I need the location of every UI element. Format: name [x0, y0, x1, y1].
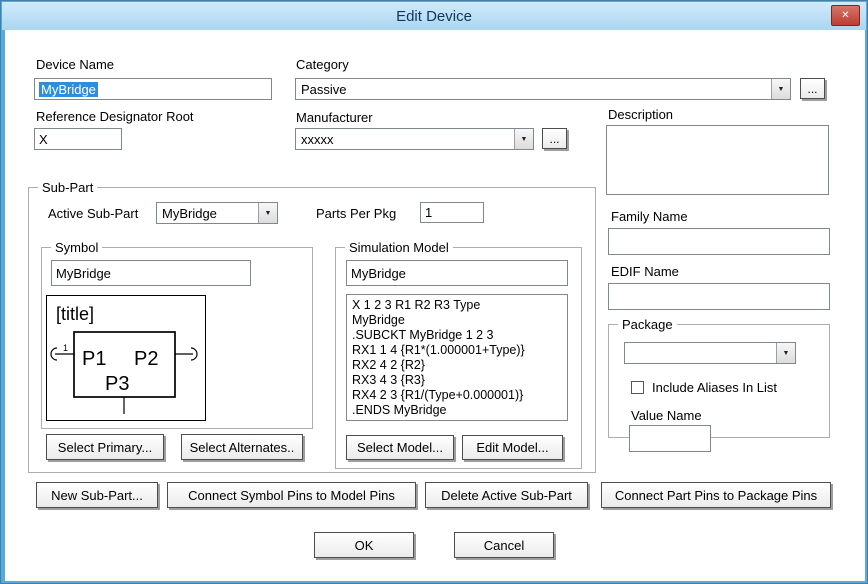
select-model-button[interactable]: Select Model... — [346, 435, 454, 460]
active-subpart-select[interactable]: MyBridge — [156, 202, 278, 224]
window-title: Edit Device — [396, 8, 472, 25]
pin-p2-text: P2 — [134, 348, 158, 370]
category-value: Passive — [296, 79, 771, 99]
pin-p1-text: P1 — [82, 348, 106, 370]
new-subpart-button[interactable]: New Sub-Part... — [36, 482, 158, 508]
symbol-preview-drawing: [title] P1 P2 P3 1 — [47, 296, 205, 420]
edit-model-button[interactable]: Edit Model... — [462, 435, 563, 460]
manufacturer-label: Manufacturer — [296, 110, 373, 125]
simulation-model-text[interactable]: X 1 2 3 R1 R2 R3 Type MyBridge .SUBCKT M… — [346, 294, 568, 421]
subpart-group-label: Sub-Part — [38, 180, 97, 195]
select-alternates-button[interactable]: Select Alternates.. — [181, 434, 303, 460]
close-icon: ✕ — [841, 10, 849, 21]
chevron-down-icon[interactable] — [776, 343, 795, 363]
device-name-input[interactable]: MyBridge — [34, 78, 272, 100]
active-subpart-value: MyBridge — [157, 203, 258, 223]
title-bar[interactable]: Edit Device — [2, 2, 866, 30]
cancel-button[interactable]: Cancel — [454, 532, 554, 558]
edif-name-input[interactable] — [608, 283, 830, 310]
select-primary-button[interactable]: Select Primary... — [46, 434, 164, 460]
parts-per-pkg-label: Parts Per Pkg — [316, 206, 396, 221]
simulation-model-name-field[interactable]: MyBridge — [346, 260, 568, 286]
value-name-input[interactable] — [629, 425, 711, 452]
include-aliases-checkbox[interactable] — [631, 381, 644, 394]
delete-active-subpart-button[interactable]: Delete Active Sub-Part — [425, 482, 588, 508]
include-aliases-label: Include Aliases In List — [652, 380, 777, 395]
package-select[interactable] — [624, 342, 796, 364]
simulation-model-group-label: Simulation Model — [345, 240, 453, 255]
symbol-title-text: [title] — [56, 304, 94, 324]
family-name-label: Family Name — [611, 209, 688, 224]
reference-designator-root-input[interactable]: X — [34, 128, 122, 150]
package-group-label: Package — [618, 317, 677, 332]
left-pin-number: 1 — [63, 343, 68, 353]
value-name-label: Value Name — [631, 408, 702, 423]
category-label: Category — [296, 57, 349, 72]
symbol-group-label: Symbol — [51, 240, 102, 255]
device-name-label: Device Name — [36, 57, 114, 72]
package-value — [625, 343, 776, 363]
dialog-body: Device Name MyBridge Category Passive ..… — [5, 30, 865, 581]
edit-device-dialog: Edit Device ✕ Device Name MyBridge Categ… — [0, 0, 868, 584]
active-subpart-label: Active Sub-Part — [48, 206, 138, 221]
symbol-preview: [title] P1 P2 P3 1 — [46, 295, 206, 421]
connect-part-pins-button[interactable]: Connect Part Pins to Package Pins — [601, 482, 831, 508]
category-browse-button[interactable]: ... — [800, 78, 825, 99]
close-button[interactable]: ✕ — [831, 5, 860, 26]
description-input[interactable] — [606, 125, 829, 195]
category-select[interactable]: Passive — [295, 78, 791, 100]
manufacturer-select[interactable]: xxxxx — [295, 128, 534, 150]
family-name-input[interactable] — [608, 228, 830, 255]
chevron-down-icon[interactable] — [514, 129, 533, 149]
manufacturer-value: xxxxx — [296, 129, 514, 149]
device-name-value: MyBridge — [39, 82, 98, 97]
chevron-down-icon[interactable] — [258, 203, 277, 223]
parts-per-pkg-input[interactable]: 1 — [420, 202, 484, 223]
chevron-down-icon[interactable] — [771, 79, 790, 99]
description-label: Description — [608, 107, 673, 122]
manufacturer-browse-button[interactable]: ... — [542, 128, 567, 149]
connect-symbol-pins-button[interactable]: Connect Symbol Pins to Model Pins — [167, 482, 416, 508]
edif-name-label: EDIF Name — [611, 264, 679, 279]
reference-designator-root-label: Reference Designator Root — [36, 109, 194, 124]
ok-button[interactable]: OK — [314, 532, 414, 558]
pin-p3-text: P3 — [105, 373, 129, 395]
symbol-name-field[interactable]: MyBridge — [51, 260, 251, 286]
